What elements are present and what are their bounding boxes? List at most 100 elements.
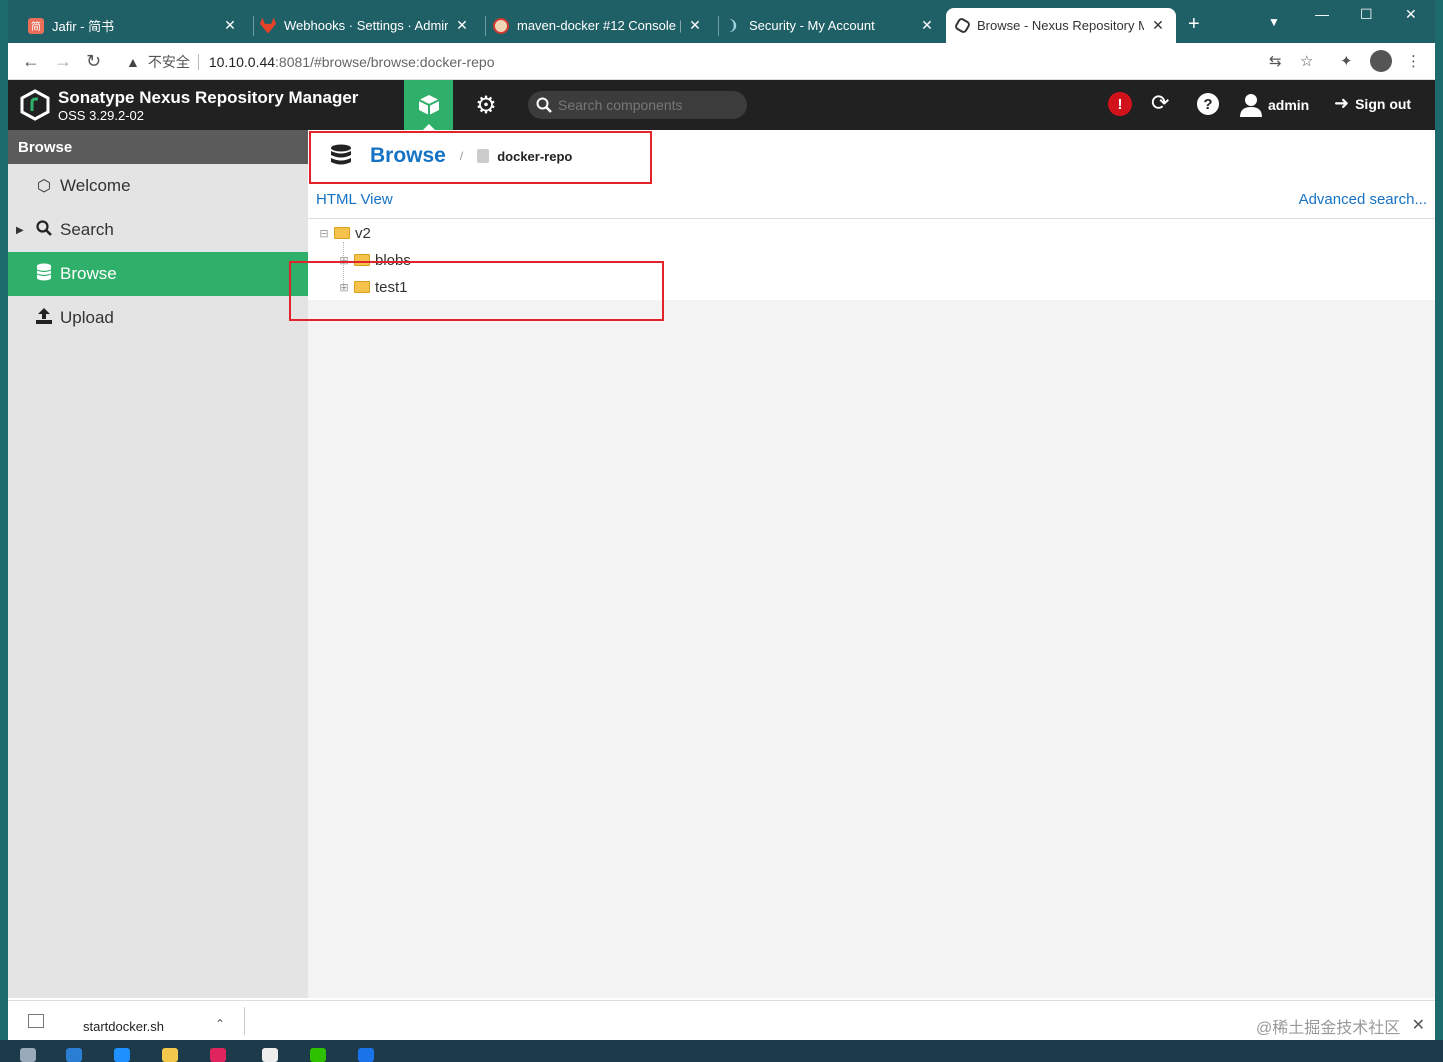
omnibox-divider: [197, 54, 199, 70]
taskbar: [0, 1040, 1443, 1062]
sidebar-item-label: Search: [60, 220, 114, 239]
warning-icon[interactable]: ▲: [126, 54, 140, 70]
address-bar: ← → ↻ ▲ 不安全 10.10.0.44 :8081/#browse/bro…: [8, 43, 1435, 80]
tree-node-label: v2: [355, 224, 371, 242]
nexus-header: Sonatype Nexus Repository Manager OSS 3.…: [8, 80, 1435, 130]
sidebar-heading: Browse: [8, 130, 308, 164]
expand-caret-icon[interactable]: ▶: [16, 225, 24, 236]
security-status[interactable]: 不安全: [148, 52, 190, 72]
sidebar-item-welcome[interactable]: ⬡ Welcome: [8, 164, 308, 208]
url-host[interactable]: 10.10.0.44: [209, 54, 275, 70]
tab-jenkins-console[interactable]: maven-docker #12 Console [ ✕: [483, 8, 713, 43]
help-icon[interactable]: ?: [1197, 93, 1219, 115]
close-icon[interactable]: ✕: [687, 17, 703, 34]
cube-icon: [418, 95, 439, 115]
search-components-box[interactable]: [528, 91, 747, 119]
new-tab-icon[interactable]: +: [1188, 13, 1200, 36]
profile-avatar[interactable]: [1370, 50, 1392, 72]
tab-security-account[interactable]: ❩ Security - My Account ✕: [715, 8, 945, 43]
typora-icon[interactable]: [262, 1048, 278, 1062]
search-icon: [34, 219, 54, 241]
upload-icon: [34, 307, 54, 330]
nexus-icon: [953, 16, 972, 35]
tab-gitlab-webhooks[interactable]: Webhooks · Settings · Admin ✕: [250, 8, 480, 43]
vscode-icon[interactable]: [114, 1048, 130, 1062]
menu-icon[interactable]: ⋮: [1406, 52, 1421, 70]
close-icon[interactable]: ✕: [222, 17, 238, 34]
jenkins-icon: [493, 17, 509, 34]
username: admin: [1268, 97, 1310, 113]
search-input[interactable]: [558, 97, 738, 113]
reload-icon[interactable]: ↻: [86, 51, 101, 72]
annotation-box-breadcrumb: [309, 131, 652, 184]
tab-search-icon[interactable]: ▼: [1268, 15, 1280, 29]
tab-jianshu[interactable]: 简 Jafir - 简书 ✕: [18, 8, 248, 43]
download-file-name[interactable]: startdocker.sh: [83, 1019, 164, 1034]
collapse-icon[interactable]: ⊟: [318, 227, 330, 240]
edge-icon[interactable]: [66, 1048, 82, 1062]
sidebar-item-search[interactable]: ▶ Search: [8, 208, 308, 252]
feather-icon: ❩: [727, 17, 739, 33]
close-icon[interactable]: ✕: [1412, 1015, 1425, 1035]
app-version: OSS 3.29.2-02: [58, 108, 144, 123]
close-window-icon[interactable]: ✕: [1405, 6, 1417, 23]
url-path[interactable]: :8081/#browse/browse:docker-repo: [275, 54, 494, 70]
admin-mode-button[interactable]: ⚙: [466, 80, 506, 130]
sidebar-item-browse[interactable]: Browse: [8, 252, 308, 296]
sidebar-item-label: Browse: [60, 264, 117, 283]
chevron-up-icon[interactable]: ⌃: [215, 1017, 225, 1031]
user-menu[interactable]: admin: [1240, 93, 1309, 117]
database-icon: [34, 263, 54, 286]
sidebar-item-label: Upload: [60, 308, 114, 327]
divider: [308, 218, 1435, 219]
tab-nexus-browse[interactable]: Browse - Nexus Repository M ✕: [946, 8, 1176, 43]
wechat-icon[interactable]: [310, 1048, 326, 1062]
sidebar: Browse ⬡ Welcome ▶ Search Browse Upload: [8, 130, 308, 998]
watermark: @稀土掘金技术社区: [1256, 1020, 1401, 1037]
close-icon[interactable]: ✕: [1150, 17, 1166, 34]
advanced-search-link[interactable]: Advanced search...: [1299, 191, 1427, 208]
search-icon: [536, 97, 552, 113]
user-icon: [1240, 94, 1262, 117]
folder-open-icon: [334, 227, 350, 239]
back-icon[interactable]: ←: [22, 51, 40, 72]
browse-mode-button[interactable]: [404, 80, 453, 130]
minimize-icon[interactable]: —: [1315, 6, 1329, 22]
taskbar-app-icon[interactable]: [20, 1048, 36, 1062]
tab-title: Security - My Account: [749, 18, 875, 33]
sidebar-item-upload[interactable]: Upload: [8, 296, 308, 340]
html-view-link[interactable]: HTML View: [316, 191, 393, 208]
jianshu-icon: 简: [28, 17, 44, 34]
translate-icon[interactable]: ⇆: [1269, 52, 1282, 70]
intellij-icon[interactable]: [210, 1048, 226, 1062]
star-icon[interactable]: ☆: [1300, 52, 1313, 70]
alert-icon[interactable]: !: [1108, 92, 1132, 116]
tab-title: Webhooks · Settings · Admin: [284, 18, 448, 33]
sign-out-icon: ➜: [1334, 93, 1350, 113]
app-title: Sonatype Nexus Repository Manager: [58, 88, 359, 107]
nexus-logo-icon: [20, 89, 50, 121]
sidebar-item-label: Welcome: [60, 176, 131, 195]
gear-icon: ⚙: [475, 91, 497, 119]
close-icon[interactable]: ✕: [919, 17, 935, 34]
tab-title: maven-docker #12 Console [: [517, 18, 681, 33]
sign-out-label: Sign out: [1355, 95, 1412, 112]
browser-window: 简 Jafir - 简书 ✕ Webhooks · Settings · Adm…: [8, 0, 1435, 1000]
file-icon: [28, 1014, 44, 1028]
gitlab-icon: [260, 17, 276, 34]
tab-strip: 简 Jafir - 简书 ✕ Webhooks · Settings · Adm…: [8, 0, 1435, 43]
sign-out-button[interactable]: ➜ Sign out: [1334, 93, 1411, 114]
close-icon[interactable]: ✕: [454, 17, 470, 34]
maximize-icon[interactable]: ☐: [1360, 6, 1373, 23]
hexagon-icon: ⬡: [37, 178, 51, 195]
annotation-box-tree: [289, 261, 664, 321]
divider: [244, 1007, 245, 1035]
chrome-icon[interactable]: [358, 1048, 374, 1062]
download-bar: startdocker.sh ⌃ ✕: [8, 1000, 1435, 1040]
folder-icon[interactable]: [162, 1048, 178, 1062]
extensions-icon[interactable]: ✦: [1340, 52, 1353, 70]
forward-icon[interactable]: →: [54, 51, 72, 72]
tree-node-v2[interactable]: ⊟ v2: [318, 223, 371, 243]
refresh-icon[interactable]: ⟳: [1151, 90, 1169, 116]
omnibox[interactable]: ▲ 不安全 10.10.0.44 :8081/#browse/browse:do…: [126, 49, 495, 75]
